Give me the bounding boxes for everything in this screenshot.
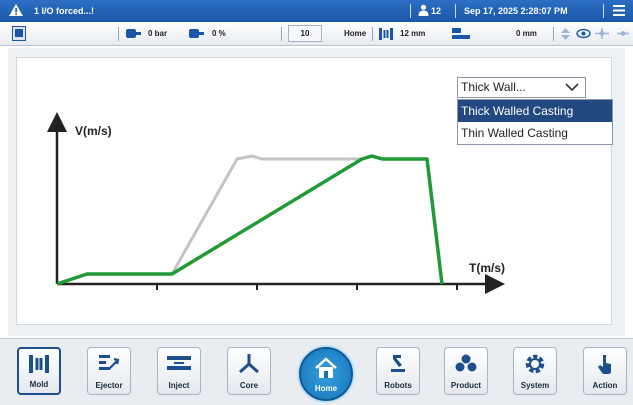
position-value: 0 mm xyxy=(516,29,537,38)
product-icon xyxy=(445,353,487,378)
divider xyxy=(603,4,604,18)
home-icon xyxy=(301,357,351,384)
machine-status-bar: 0 bar 0 % 10 Home 12 mm 0 mm xyxy=(0,22,633,46)
more-icon[interactable] xyxy=(616,27,630,42)
divider xyxy=(372,27,373,41)
nav-core-button[interactable]: Core xyxy=(227,347,271,395)
divider xyxy=(281,27,282,41)
nav-inject-label: Inject xyxy=(168,381,190,390)
x-axis-label: T(m/s) xyxy=(469,261,505,275)
eye-icon[interactable] xyxy=(576,27,591,42)
machine-icon[interactable] xyxy=(12,26,26,43)
divider xyxy=(118,27,119,41)
mold-icon xyxy=(19,354,59,379)
nav-system-button[interactable]: System xyxy=(513,347,557,395)
pressure-icon xyxy=(126,28,142,41)
chevron-down-icon[interactable] xyxy=(565,80,579,100)
series-line-thin-walled xyxy=(56,154,444,286)
percent-icon xyxy=(189,28,205,41)
gear-icon xyxy=(514,353,556,380)
nav-action-label: Action xyxy=(592,381,618,390)
dropdown-option-thick[interactable]: Thick Walled Casting xyxy=(458,100,612,122)
dropdown-options-list: Thick Walled Casting Thin Walled Casting xyxy=(457,99,613,145)
nav-core-label: Core xyxy=(239,381,259,390)
ejector-icon xyxy=(88,353,130,378)
y-axis-label: V(m/s) xyxy=(75,124,112,138)
inject-icon xyxy=(158,353,200,378)
nav-mold-button[interactable]: Mold xyxy=(17,347,61,395)
pressure-value: 0 bar xyxy=(148,29,168,38)
user-count: 12 xyxy=(431,6,442,16)
dropdown-option-thin[interactable]: Thin Walled Casting xyxy=(458,122,612,144)
stroke-value: 12 mm xyxy=(400,29,426,38)
datetime: Sep 17, 2025 2:28:07 PM xyxy=(464,6,568,16)
divider xyxy=(455,4,456,18)
nav-ejector-label: Ejector xyxy=(95,381,123,390)
nav-home-label: Home xyxy=(314,384,338,393)
user-icon[interactable] xyxy=(418,4,429,18)
nav-inject-button[interactable]: Inject xyxy=(157,347,201,395)
dropdown-selected-value: Thick Wall... xyxy=(461,80,526,94)
arrow-icon[interactable] xyxy=(560,27,571,43)
nav-product-button[interactable]: Product xyxy=(444,347,488,395)
alarm-message[interactable]: 1 I/O forced...! xyxy=(34,6,94,16)
nav-system-label: System xyxy=(520,381,550,390)
divider xyxy=(410,4,411,18)
percent-value: 0 % xyxy=(212,29,226,38)
nav-robots-button[interactable]: Robots xyxy=(376,347,420,395)
robot-arm-icon xyxy=(377,353,419,378)
nav-action-button[interactable]: Action xyxy=(583,347,627,395)
menu-icon[interactable] xyxy=(613,4,625,19)
core-icon xyxy=(228,353,270,378)
counter-box[interactable]: 10 xyxy=(288,25,322,42)
mold-stroke-icon xyxy=(378,27,394,43)
hand-pointer-icon xyxy=(584,353,626,380)
warning-icon[interactable] xyxy=(8,3,24,19)
position-icon xyxy=(451,27,471,43)
divider xyxy=(553,27,554,41)
top-status-bar: 1 I/O forced...! 12 Sep 17, 2025 2:28:07… xyxy=(0,0,633,22)
connection-icon[interactable] xyxy=(594,27,610,42)
nav-mold-label: Mold xyxy=(29,380,49,389)
mode-label: Home xyxy=(344,29,367,38)
series-line-thick-walled xyxy=(56,154,444,286)
nav-ejector-button[interactable]: Ejector xyxy=(87,347,131,395)
casting-type-dropdown[interactable]: Thick Wall... xyxy=(457,77,586,98)
nav-product-label: Product xyxy=(450,381,482,390)
nav-home-button[interactable]: Home xyxy=(299,347,353,401)
nav-robots-label: Robots xyxy=(384,381,412,390)
